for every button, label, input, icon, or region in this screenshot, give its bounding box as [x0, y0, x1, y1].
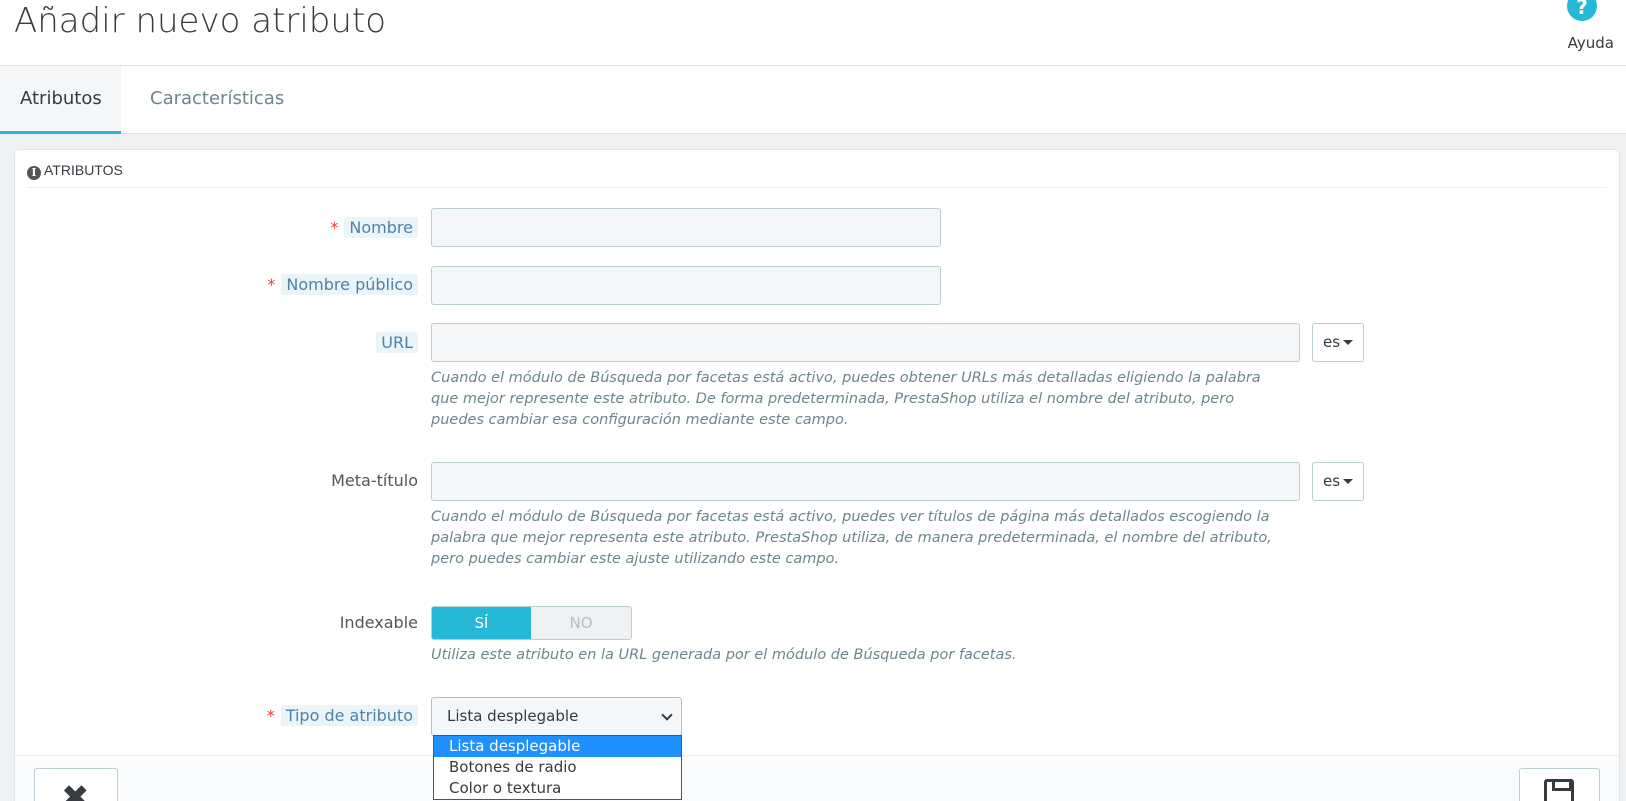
nombre-label-text: Nombre	[344, 217, 418, 238]
tipo-label: * Tipo de atributo	[250, 705, 418, 726]
help-button[interactable]: ? Ayuda	[1544, 0, 1614, 60]
url-lang-label: es	[1322, 333, 1341, 351]
help-icon: ?	[1567, 0, 1597, 21]
nombre-publico-label: * Nombre público	[255, 274, 418, 295]
nombre-publico-input[interactable]	[431, 266, 941, 305]
required-marker: *	[267, 275, 276, 294]
tab-atributos[interactable]: Atributos	[0, 66, 121, 134]
panel-footer	[15, 755, 1619, 801]
panel-heading-label: ATRIBUTOS	[44, 162, 123, 178]
meta-titulo-lang-dropdown[interactable]: es	[1312, 462, 1364, 501]
close-icon: ✖	[61, 778, 90, 801]
url-label: URL	[340, 332, 418, 353]
indexable-no-option[interactable]: NO	[531, 607, 631, 639]
panel-heading: i ATRIBUTOS	[27, 160, 1607, 188]
caret-down-icon	[1343, 340, 1354, 345]
tab-bar: Atributos Características	[0, 66, 1626, 134]
url-label-text: URL	[376, 332, 418, 353]
tipo-selected-value: Lista desplegable	[447, 707, 579, 725]
required-marker: *	[330, 218, 339, 237]
url-lang-dropdown[interactable]: es	[1312, 323, 1364, 362]
indexable-switch[interactable]: SÍ NO	[431, 606, 632, 640]
page-header: Añadir nuevo atributo ? Ayuda	[0, 0, 1626, 66]
cancel-button[interactable]: ✖	[34, 768, 118, 801]
nombre-label: * Nombre	[300, 217, 418, 238]
required-marker: *	[266, 706, 275, 725]
help-label: Ayuda	[1567, 34, 1614, 52]
meta-titulo-label: Meta-título	[300, 471, 418, 490]
save-icon	[1544, 779, 1574, 801]
chevron-down-icon	[661, 709, 673, 721]
page-title: Añadir nuevo atributo	[14, 1, 387, 41]
indexable-help-text: Utiliza este atributo en la URL generada…	[431, 647, 1017, 663]
save-button[interactable]	[1519, 768, 1600, 801]
url-help-text: Cuando el módulo de Búsqueda por facetas…	[431, 370, 1261, 428]
meta-titulo-label-text: Meta-título	[331, 471, 418, 490]
nombre-input[interactable]	[431, 208, 941, 247]
url-input[interactable]	[431, 323, 1300, 362]
indexable-label-text: Indexable	[339, 613, 418, 632]
tipo-select[interactable]: Lista desplegable	[431, 697, 682, 736]
tipo-option[interactable]: Lista desplegable	[434, 736, 681, 757]
nombre-publico-label-text: Nombre público	[281, 274, 418, 295]
tab-caracteristicas[interactable]: Características	[130, 66, 304, 134]
tipo-option[interactable]: Color o textura	[434, 778, 681, 799]
meta-titulo-lang-label: es	[1322, 472, 1341, 490]
tipo-dropdown-list: Lista desplegable Botones de radio Color…	[433, 735, 682, 800]
caret-down-icon	[1343, 479, 1354, 484]
indexable-yes-option[interactable]: SÍ	[432, 607, 531, 639]
tipo-option[interactable]: Botones de radio	[434, 757, 681, 778]
info-icon: i	[27, 166, 41, 180]
meta-titulo-input[interactable]	[431, 462, 1300, 501]
indexable-label: Indexable	[300, 613, 418, 632]
tipo-label-text: Tipo de atributo	[280, 705, 418, 726]
meta-titulo-help-text: Cuando el módulo de Búsqueda por facetas…	[431, 509, 1272, 567]
